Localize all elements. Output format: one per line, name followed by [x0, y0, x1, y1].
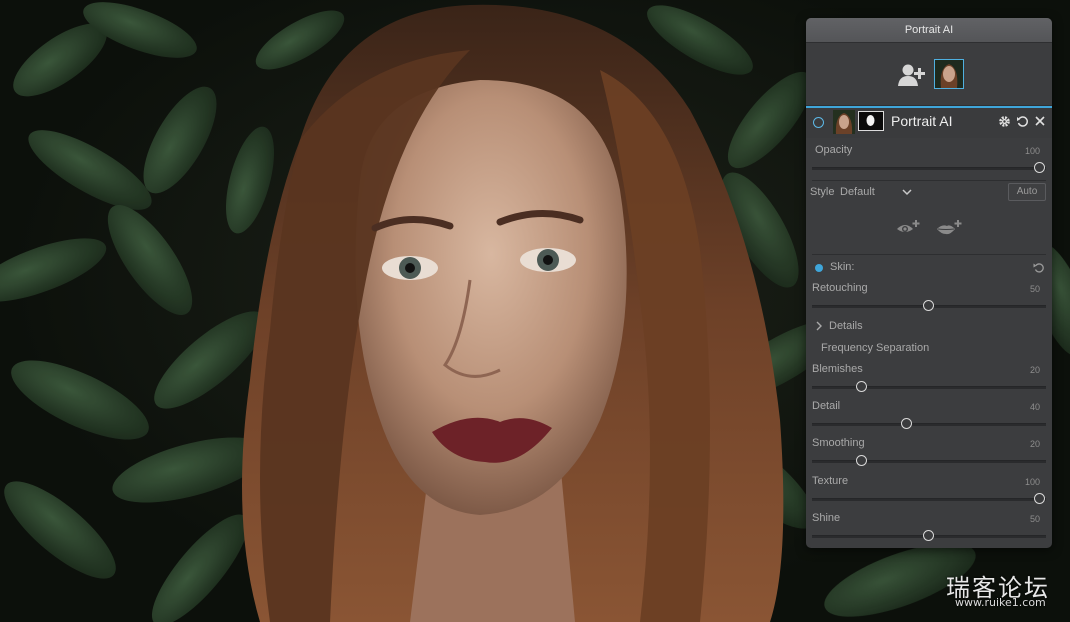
texture-slider-track[interactable]: [812, 498, 1046, 501]
skin-label: Skin:: [830, 261, 855, 273]
details-toggle[interactable]: Details: [829, 320, 863, 332]
style-label: Style: [810, 186, 835, 198]
chevron-right-icon[interactable]: [816, 321, 823, 331]
style-dropdown[interactable]: Default: [840, 186, 912, 198]
detail-value: 40: [1029, 402, 1040, 412]
smoothing-slider-track[interactable]: [812, 460, 1046, 463]
close-icon[interactable]: [1034, 115, 1046, 127]
skin-reset-icon[interactable]: [1033, 262, 1045, 274]
blemishes-value: 20: [1029, 365, 1040, 375]
retouching-slider-knob[interactable]: [923, 300, 934, 311]
layer-visibility-toggle[interactable]: [813, 117, 824, 128]
divider: [812, 254, 1046, 255]
opacity-label: Opacity: [815, 144, 853, 156]
skin-toggle[interactable]: [815, 264, 823, 272]
frequency-separation-label: Frequency Separation: [821, 342, 930, 354]
smoothing-label: Smoothing: [812, 437, 865, 449]
style-value: Default: [840, 186, 875, 198]
add-face-icon[interactable]: [898, 63, 926, 87]
faces-strip: [806, 43, 1052, 106]
blemishes-slider-knob[interactable]: [856, 381, 868, 392]
add-lips-icon[interactable]: [936, 218, 964, 236]
smoothing-value: 20: [1029, 439, 1040, 449]
mask-thumbnail[interactable]: [858, 111, 884, 131]
shine-value: 50: [1029, 514, 1040, 524]
chevron-down-icon: [902, 189, 912, 196]
shine-slider-knob[interactable]: [923, 530, 934, 541]
auto-button[interactable]: Auto: [1008, 183, 1046, 201]
gear-icon[interactable]: [998, 115, 1011, 128]
divider: [812, 180, 1046, 181]
watermark-url: www.ruike1.com: [955, 596, 1046, 609]
retouching-value: 50: [1029, 284, 1040, 294]
texture-value: 100: [1024, 477, 1040, 487]
reset-icon[interactable]: [1016, 115, 1029, 128]
add-eye-icon[interactable]: [896, 218, 922, 236]
detail-label: Detail: [812, 400, 841, 412]
opacity-slider-knob[interactable]: [1034, 162, 1045, 173]
shine-label: Shine: [812, 512, 841, 524]
layer-name: Portrait AI: [891, 113, 953, 129]
opacity-slider-track[interactable]: [812, 167, 1046, 170]
blemishes-slider-track[interactable]: [812, 386, 1046, 389]
face-thumbnail[interactable]: [934, 59, 964, 89]
layer-row[interactable]: Portrait AI: [806, 106, 1052, 138]
layer-thumbnail: [833, 110, 855, 134]
texture-slider-knob[interactable]: [1034, 493, 1045, 504]
detail-slider-knob[interactable]: [900, 418, 912, 429]
opacity-value: 100: [1024, 146, 1040, 156]
smoothing-slider-knob[interactable]: [856, 455, 868, 466]
blemishes-label: Blemishes: [812, 363, 863, 375]
portrait-ai-panel: Portrait AI Portrait AI Opacity 100 Styl…: [806, 18, 1052, 548]
retouching-label: Retouching: [812, 282, 868, 294]
texture-label: Texture: [812, 475, 849, 487]
panel-title: Portrait AI: [806, 18, 1052, 43]
detail-slider-track[interactable]: [812, 423, 1046, 426]
